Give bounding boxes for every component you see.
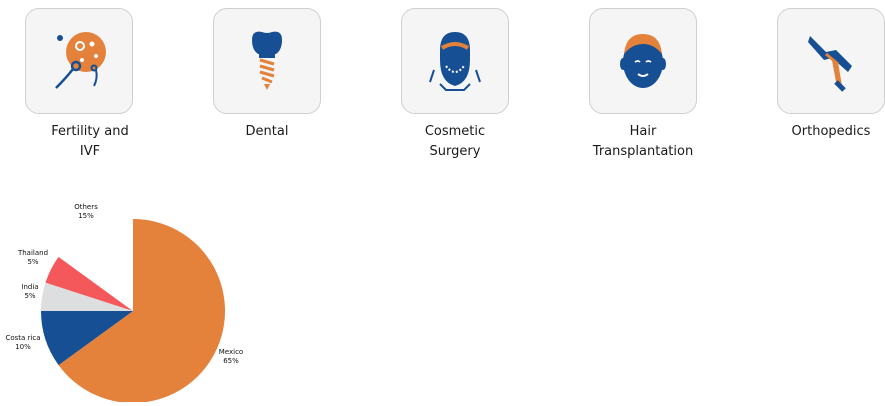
cosmetic-face-icon [429, 32, 481, 91]
card-label-hair: Hair Transplantation [592, 124, 694, 159]
pie-label-thailand: Thailand [17, 249, 48, 257]
card-orthopedics[interactable] [777, 8, 885, 114]
pie-label-costa-rica: Costa rica [5, 334, 40, 342]
pie-chart: Mexico 65% Costa rica 10% India 5% Thailand 5% O… [0, 200, 300, 403]
card-hair[interactable] [589, 8, 697, 114]
pie-svg: Mexico65%Costa rica10%India5%Thailand5%O… [5, 203, 243, 403]
card-label-fertility: Fertility and IVF [51, 124, 129, 159]
dental-implant-icon [252, 31, 282, 90]
pie-value-india: 5% [24, 292, 35, 300]
fertility-icon [55, 32, 106, 89]
knee-joint-icon [808, 36, 852, 92]
card-label-orthopedics: Orthopedics [791, 124, 871, 139]
specialty-cards: Fertility and IVF Dental Cosmetic Surger… [0, 0, 885, 170]
pie-value-costa-rica: 10% [15, 343, 31, 351]
card-cosmetic[interactable] [401, 8, 509, 114]
card-label-dental: Dental [245, 124, 289, 139]
pie-label-india: India [21, 283, 38, 291]
pie-value-thailand: 5% [27, 258, 38, 266]
card-label-cosmetic: Cosmetic Surgery [424, 124, 486, 159]
pie-label-mexico: Mexico [219, 348, 243, 356]
pie-label-others: Others [74, 203, 98, 211]
hair-head-icon [620, 34, 666, 88]
pie-value-mexico: 65% [223, 357, 239, 365]
pie-value-others: 15% [78, 212, 94, 220]
card-fertility[interactable] [25, 8, 133, 114]
card-dental[interactable] [213, 8, 321, 114]
